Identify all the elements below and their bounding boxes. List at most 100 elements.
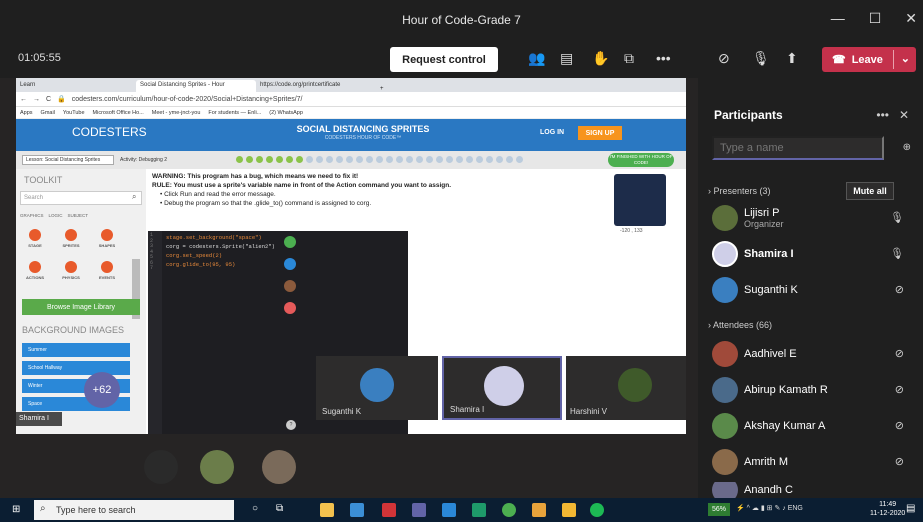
minimize-icon[interactable]: — — [831, 10, 845, 27]
progress-dot[interactable] — [516, 156, 523, 163]
toolkit-search-input[interactable]: Search — [20, 191, 142, 205]
bookmark[interactable]: Apps — [20, 110, 33, 116]
bookmark[interactable]: YouTube — [63, 110, 85, 116]
task-view-icon[interactable]: ⧉ — [276, 503, 283, 514]
share-screen-icon[interactable]: ⬆ — [786, 50, 798, 67]
code-line[interactable]: corg.set_speed(2) — [166, 251, 275, 260]
toolkit-category[interactable]: STAGE — [20, 229, 50, 253]
bookmark[interactable]: Gmail — [41, 110, 55, 116]
attendees-heading[interactable]: › Attendees (66) — [708, 320, 772, 330]
bookmark[interactable]: For students — Enli... — [208, 110, 261, 116]
progress-dot[interactable] — [286, 156, 293, 163]
progress-dot[interactable] — [316, 156, 323, 163]
login-link[interactable]: LOG IN — [540, 129, 564, 136]
search-icon[interactable]: ⌕ — [132, 192, 136, 202]
mute-all-button[interactable]: Mute all — [846, 182, 894, 200]
leave-button[interactable]: ☎ Leave ⌄ — [822, 47, 916, 72]
help-button[interactable]: ? — [286, 420, 296, 430]
taskbar-search-input[interactable]: Type here to search — [34, 500, 234, 520]
participant-row[interactable]: Suganthi K ⊘ — [712, 276, 912, 304]
progress-dot[interactable] — [426, 156, 433, 163]
app-icon[interactable] — [350, 503, 364, 517]
browse-image-library-button[interactable]: Browse Image Library — [22, 299, 140, 315]
sticky-notes-icon[interactable] — [562, 503, 576, 517]
progress-dot[interactable] — [236, 156, 243, 163]
chevron-down-icon[interactable]: ⌄ — [901, 52, 910, 65]
more-actions-icon[interactable]: ••• — [656, 50, 671, 66]
video-tile[interactable]: Harshini V — [566, 356, 686, 420]
tab-graphics[interactable]: GRAPHICS — [20, 213, 44, 218]
browser-tab[interactable]: https://code.org/printcertificate — [256, 80, 376, 92]
progress-dot[interactable] — [296, 156, 303, 163]
progress-dot[interactable] — [396, 156, 403, 163]
download-icon[interactable] — [284, 258, 296, 270]
microphone-icon[interactable]: 🎙 — [890, 247, 904, 260]
camera-off-icon[interactable]: ⊘ — [718, 50, 730, 67]
office-icon[interactable] — [382, 503, 396, 517]
presenters-heading[interactable]: › Presenters (3) — [708, 186, 771, 196]
participant-avatar[interactable] — [262, 450, 296, 484]
progress-dot[interactable] — [446, 156, 453, 163]
progress-dot[interactable] — [256, 156, 263, 163]
request-control-button[interactable]: Request control — [390, 47, 498, 72]
toolkit-category[interactable]: ACTIONS — [20, 261, 50, 285]
run-icon[interactable] — [284, 236, 296, 248]
participant-row[interactable]: Akshay Kumar A ⊘ — [712, 412, 912, 440]
progress-dot[interactable] — [436, 156, 443, 163]
progress-dot[interactable] — [506, 156, 513, 163]
progress-dot[interactable] — [326, 156, 333, 163]
progress-dot[interactable] — [456, 156, 463, 163]
address-bar[interactable]: ← → C 🔒 codesters.com/curriculum/hour-of… — [16, 92, 686, 107]
progress-dot[interactable] — [486, 156, 493, 163]
participants-icon[interactable]: 👥 — [528, 50, 545, 67]
share-invite-icon[interactable]: ⊕ — [903, 142, 911, 153]
teams-icon[interactable] — [412, 503, 426, 517]
cortana-icon[interactable]: ○ — [252, 503, 258, 514]
microphone-icon[interactable]: 🎙 — [890, 211, 904, 224]
participant-row[interactable]: Amrith M ⊘ — [712, 448, 912, 476]
system-clock[interactable]: 11:49 11-12-2020 — [870, 500, 905, 518]
participant-row[interactable]: Abirup Kamath R ⊘ — [712, 376, 912, 404]
progress-dot[interactable] — [386, 156, 393, 163]
progress-dot[interactable] — [406, 156, 413, 163]
participant-row[interactable]: Shamira I 🎙 — [712, 240, 912, 268]
bookmark[interactable]: (2) WhatsApp — [269, 110, 303, 116]
video-tile[interactable]: Suganthi K — [316, 356, 438, 420]
codesters-logo[interactable]: CODESTERS — [72, 125, 147, 139]
tab-subject[interactable]: SUBJECT — [68, 213, 89, 218]
raise-hand-icon[interactable]: ✋ — [592, 50, 609, 67]
progress-dot[interactable] — [356, 156, 363, 163]
code-line[interactable]: corg.glide_to(95, 95) — [166, 260, 275, 269]
code-lines[interactable]: stage.set_background("space") corg = cod… — [166, 233, 275, 269]
lesson-select[interactable]: Lesson: Social Distancing Sprites — [22, 155, 114, 165]
progress-dot[interactable] — [496, 156, 503, 163]
back-icon[interactable]: ← — [20, 96, 27, 103]
microphone-muted-icon[interactable]: ⊘ — [895, 383, 904, 396]
forward-icon[interactable]: → — [33, 96, 40, 103]
progress-dot[interactable] — [246, 156, 253, 163]
participant-row[interactable]: Anandh C — [712, 482, 912, 498]
microphone-muted-icon[interactable]: ⊘ — [895, 347, 904, 360]
participant-row[interactable]: Lijisri P Organizer 🎙 — [712, 204, 912, 232]
progress-dot[interactable] — [366, 156, 373, 163]
chat-icon[interactable]: ▤ — [560, 50, 573, 67]
system-tray[interactable]: ⚡ ^ ☁ ▮ ⊞ ✎ ♪ ENG — [736, 504, 803, 512]
microphone-muted-icon[interactable]: ⊘ — [895, 283, 904, 296]
tab-logic[interactable]: LOGIC — [49, 213, 63, 218]
language-indicator[interactable]: ENG — [788, 505, 803, 512]
code-line[interactable]: corg = codesters.Sprite("alien2") — [166, 242, 275, 251]
progress-dot[interactable] — [476, 156, 483, 163]
file-explorer-icon[interactable] — [320, 503, 334, 517]
pause-icon[interactable] — [284, 280, 296, 292]
edge-icon[interactable] — [472, 503, 486, 517]
toolkit-category[interactable]: PHYSICS — [56, 261, 86, 285]
participant-search-input[interactable] — [712, 136, 884, 160]
progress-dot[interactable] — [306, 156, 313, 163]
signup-button[interactable]: SIGN UP — [578, 126, 622, 140]
participant-avatar[interactable] — [144, 450, 178, 484]
browser-tab[interactable]: Social Distancing Sprites - Hour — [136, 80, 256, 92]
toolkit-category[interactable]: EVENTS — [92, 261, 122, 285]
browser-tab[interactable]: Learn — [16, 80, 136, 92]
microphone-icon[interactable]: 🎙 — [752, 50, 770, 67]
windows-start-icon[interactable]: ⊞ — [12, 504, 20, 515]
